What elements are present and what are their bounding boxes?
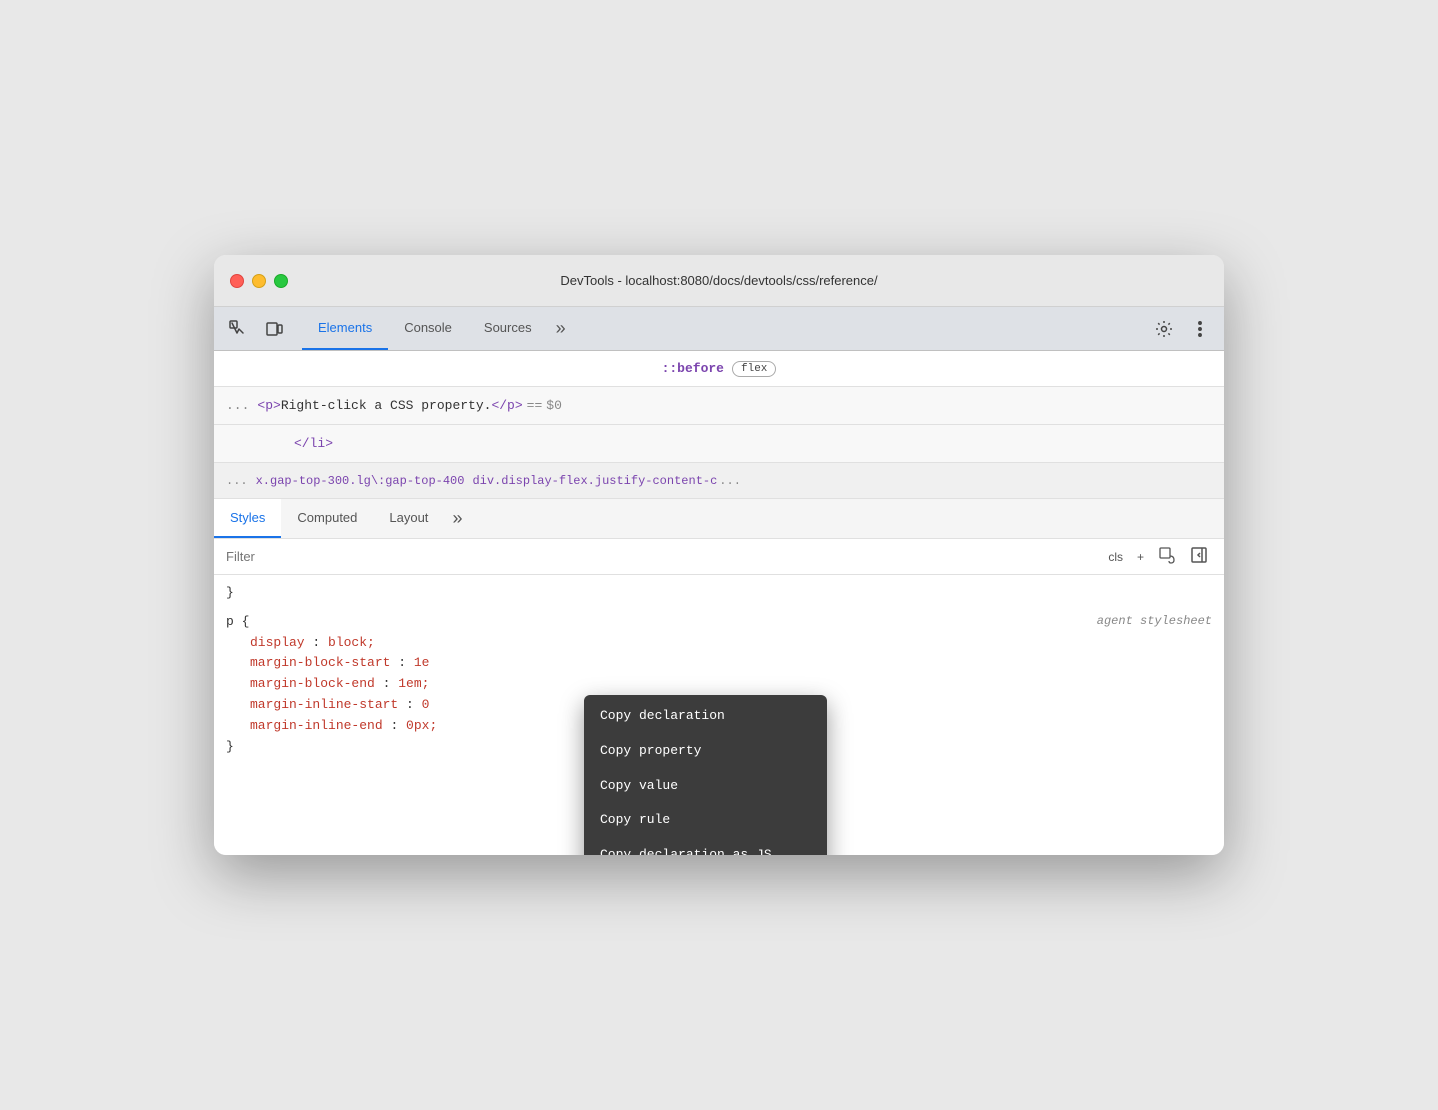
css-decl-margin-block-start: margin-block-start : 1e xyxy=(250,653,1212,674)
breadcrumb-item-1[interactable]: x.gap-top-300.lg\:gap-top-400 xyxy=(256,474,465,488)
tools-left xyxy=(222,307,290,350)
dom-ellipsis: ... xyxy=(226,398,249,413)
traffic-lights xyxy=(230,274,288,288)
window-title: DevTools - localhost:8080/docs/devtools/… xyxy=(560,273,877,288)
context-menu: Copy declaration Copy property Copy valu… xyxy=(584,695,827,855)
css-prop-mie: margin-inline-end xyxy=(250,718,383,733)
dom-li-close-line: </li> xyxy=(214,425,1224,463)
dom-equals: == xyxy=(527,398,543,413)
devtools-tabs: Elements Console Sources » xyxy=(214,307,1224,351)
css-rule-selector-line: p { agent stylesheet xyxy=(226,612,1212,633)
tab-console[interactable]: Console xyxy=(388,307,468,350)
breadcrumb-bar: ... x.gap-top-300.lg\:gap-top-400 div.di… xyxy=(214,463,1224,499)
pseudo-element-label: ::before xyxy=(662,361,724,376)
paint-button[interactable] xyxy=(1154,544,1180,569)
filter-input[interactable] xyxy=(226,549,1096,564)
style-tabs: Styles Computed Layout » xyxy=(214,499,1224,539)
style-tabs-more[interactable]: » xyxy=(444,499,470,538)
tools-right xyxy=(1148,307,1216,350)
css-value-display: block; xyxy=(328,635,375,650)
tab-layout[interactable]: Layout xyxy=(373,499,444,538)
titlebar: DevTools - localhost:8080/docs/devtools/… xyxy=(214,255,1224,307)
breadcrumb-item-2[interactable]: div.display-flex.justify-content-c xyxy=(472,474,717,488)
tab-styles[interactable]: Styles xyxy=(214,499,281,538)
context-menu-copy-declaration[interactable]: Copy declaration xyxy=(584,699,827,734)
add-rule-button[interactable]: + xyxy=(1133,548,1148,566)
context-menu-copy-declaration-js[interactable]: Copy declaration as JS xyxy=(584,838,827,855)
dom-li-close: </li> xyxy=(294,436,333,451)
context-menu-copy-value[interactable]: Copy value xyxy=(584,769,827,804)
inspector-icon[interactable] xyxy=(222,313,254,345)
dom-tag-close: </p> xyxy=(491,398,522,413)
tabs-more-button[interactable]: » xyxy=(548,307,574,350)
tab-elements[interactable]: Elements xyxy=(302,307,388,350)
toggle-sidebar-button[interactable] xyxy=(1186,544,1212,569)
breadcrumb-end-ellipsis: ... xyxy=(719,474,741,488)
dom-tag-open: <p> xyxy=(257,398,280,413)
filter-bar: cls + xyxy=(214,539,1224,575)
empty-brace-line: } xyxy=(226,583,1212,604)
more-options-icon[interactable] xyxy=(1184,313,1216,345)
devtools-window: DevTools - localhost:8080/docs/devtools/… xyxy=(214,255,1224,855)
css-content: } p { agent stylesheet display : block; … xyxy=(214,575,1224,855)
agent-stylesheet-comment: agent stylesheet xyxy=(1097,612,1212,631)
settings-icon[interactable] xyxy=(1148,313,1180,345)
css-decl-display: display : block; xyxy=(250,633,1212,654)
css-prop-mis: margin-inline-start xyxy=(250,697,398,712)
dom-text-content: Right-click a CSS property. xyxy=(281,398,492,413)
css-value-mbe: 1em; xyxy=(398,676,429,691)
flex-badge: flex xyxy=(732,361,776,377)
maximize-button[interactable] xyxy=(274,274,288,288)
filter-actions: cls + xyxy=(1104,544,1212,569)
css-value-mbs: 1e xyxy=(414,655,430,670)
css-prop-display: display xyxy=(250,635,305,650)
tab-computed[interactable]: Computed xyxy=(281,499,373,538)
breadcrumb-ellipsis: ... xyxy=(226,474,248,488)
css-prop-mbs: margin-block-start xyxy=(250,655,390,670)
css-decl-margin-block-end: margin-block-end : 1em; xyxy=(250,674,1212,695)
minimize-button[interactable] xyxy=(252,274,266,288)
elements-bar: ::before flex xyxy=(214,351,1224,387)
close-button[interactable] xyxy=(230,274,244,288)
context-menu-copy-property[interactable]: Copy property xyxy=(584,734,827,769)
device-icon[interactable] xyxy=(258,313,290,345)
css-prop-mbe: margin-block-end xyxy=(250,676,375,691)
close-brace-empty: } xyxy=(226,585,234,600)
dom-dollar: $0 xyxy=(546,398,562,413)
cls-button[interactable]: cls xyxy=(1104,548,1127,566)
close-brace-rule: } xyxy=(226,739,234,754)
css-value-mis: 0 xyxy=(422,697,430,712)
context-menu-copy-rule[interactable]: Copy rule xyxy=(584,803,827,838)
css-selector: p { xyxy=(226,614,249,629)
css-value-mie: 0px; xyxy=(406,718,437,733)
dom-line: ... <p> Right-click a CSS property. </p>… xyxy=(214,387,1224,425)
tab-sources[interactable]: Sources xyxy=(468,307,548,350)
